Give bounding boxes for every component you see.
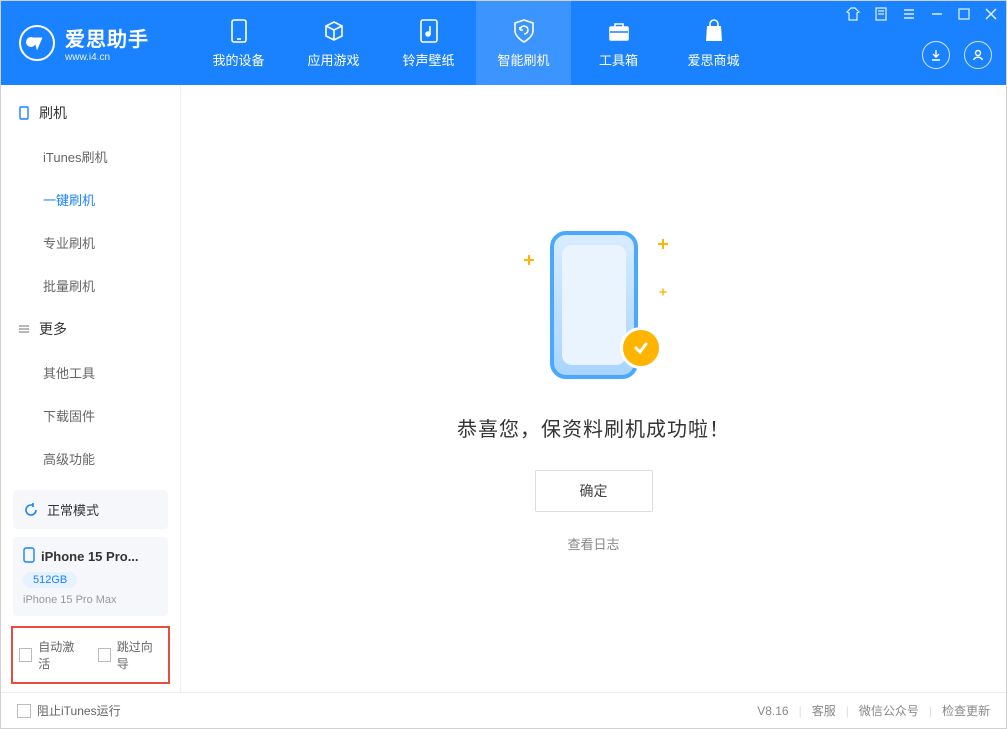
toolbox-icon xyxy=(606,18,632,44)
options-highlight-box: 自动激活 跳过向导 xyxy=(11,626,170,684)
app-title: 爱思助手 xyxy=(65,23,149,52)
nav-flash[interactable]: 智能刷机 xyxy=(476,1,571,85)
user-button[interactable] xyxy=(964,41,992,69)
footer: 阻止iTunes运行 V8.16 | 客服 | 微信公众号 | 检查更新 xyxy=(1,692,1006,728)
music-icon xyxy=(416,18,442,44)
sidebar-item-othertools[interactable]: 其他工具 xyxy=(1,351,180,394)
auto-activate-checkbox[interactable]: 自动激活 xyxy=(19,638,84,672)
maximize-icon[interactable] xyxy=(958,8,970,20)
close-icon[interactable] xyxy=(984,7,998,21)
footer-link-wechat[interactable]: 微信公众号 xyxy=(859,702,919,719)
sidebar-item-advanced[interactable]: 高级功能 xyxy=(1,437,180,480)
download-button[interactable] xyxy=(922,41,950,69)
mode-row[interactable]: 正常模式 xyxy=(13,490,168,529)
sidebar-item-pro[interactable]: 专业刷机 xyxy=(1,221,180,264)
skin-icon[interactable] xyxy=(846,7,860,21)
window-controls xyxy=(846,7,998,21)
sidebar-item-oneclick[interactable]: 一键刷机 xyxy=(1,178,180,221)
phone-small-icon xyxy=(23,547,35,566)
device-model: iPhone 15 Pro Max xyxy=(23,594,158,606)
bag-icon xyxy=(701,18,727,44)
device-icon xyxy=(17,106,31,120)
main-nav: 我的设备 应用游戏 铃声壁纸 智能刷机 工具箱 爱思商城 xyxy=(191,1,761,85)
block-itunes-checkbox[interactable]: 阻止iTunes运行 xyxy=(17,702,121,719)
cube-icon xyxy=(321,18,347,44)
sidebar-item-download-fw[interactable]: 下载固件 xyxy=(1,394,180,437)
version-label: V8.16 xyxy=(757,704,788,718)
sidebar-group-flash[interactable]: 刷机 xyxy=(1,91,180,135)
refresh-icon xyxy=(23,502,39,518)
device-name: iPhone 15 Pro... xyxy=(41,549,139,564)
nav-ringtone[interactable]: 铃声壁纸 xyxy=(381,1,476,85)
success-message: 恭喜您，保资料刷机成功啦！ xyxy=(457,413,730,442)
menu-icon[interactable] xyxy=(902,7,916,21)
device-card[interactable]: iPhone 15 Pro... 512GB iPhone 15 Pro Max xyxy=(13,537,168,616)
sidebar-item-itunes[interactable]: iTunes刷机 xyxy=(1,135,180,178)
storage-badge: 512GB xyxy=(23,572,77,588)
success-illustration xyxy=(514,225,674,385)
app-header: 爱思助手 www.i4.cn 我的设备 应用游戏 铃声壁纸 智能刷机 xyxy=(1,1,1006,85)
nav-apps[interactable]: 应用游戏 xyxy=(286,1,381,85)
shield-refresh-icon xyxy=(511,18,537,44)
nav-toolbox[interactable]: 工具箱 xyxy=(571,1,666,85)
app-logo-icon xyxy=(19,25,55,61)
footer-link-update[interactable]: 检查更新 xyxy=(942,702,990,719)
nav-my-device[interactable]: 我的设备 xyxy=(191,1,286,85)
logo-area: 爱思助手 www.i4.cn xyxy=(1,1,191,85)
phone-icon xyxy=(226,18,252,44)
skip-guide-checkbox[interactable]: 跳过向导 xyxy=(98,638,163,672)
sidebar: 刷机 iTunes刷机 一键刷机 专业刷机 批量刷机 更多 其他工具 下载固件 … xyxy=(1,85,181,692)
check-badge-icon xyxy=(620,327,662,369)
footer-link-support[interactable]: 客服 xyxy=(812,702,836,719)
app-subtitle: www.i4.cn xyxy=(65,52,149,63)
minimize-icon[interactable] xyxy=(930,7,944,21)
sidebar-item-batch[interactable]: 批量刷机 xyxy=(1,264,180,307)
sidebar-group-more[interactable]: 更多 xyxy=(1,307,180,351)
more-icon xyxy=(17,322,31,336)
nav-store[interactable]: 爱思商城 xyxy=(666,1,761,85)
feedback-icon[interactable] xyxy=(874,7,888,21)
view-log-link[interactable]: 查看日志 xyxy=(567,534,619,553)
main-content: 恭喜您，保资料刷机成功啦！ 确定 查看日志 xyxy=(181,85,1006,692)
ok-button[interactable]: 确定 xyxy=(535,470,653,512)
